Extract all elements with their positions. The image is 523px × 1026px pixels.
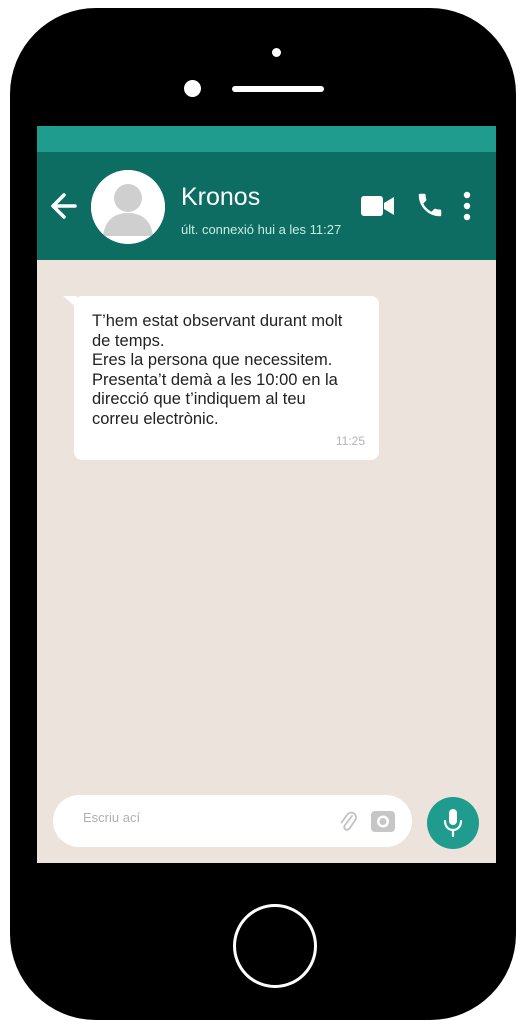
phone-icon[interactable]: [415, 190, 445, 220]
front-camera: [184, 80, 201, 97]
chat-header: Kronos últ. connexió hui a les 11:27: [37, 152, 496, 260]
contact-name[interactable]: Kronos: [181, 182, 260, 212]
message-input[interactable]: [83, 810, 313, 825]
microphone-icon: [443, 809, 463, 838]
camera-icon[interactable]: [370, 808, 396, 834]
default-avatar-icon: [91, 170, 165, 244]
message-timestamp: 11:25: [335, 434, 365, 448]
message-composer: [53, 795, 412, 847]
mic-button[interactable]: [427, 797, 479, 849]
earpiece-speaker: [232, 86, 324, 92]
video-camera-icon[interactable]: [361, 194, 395, 218]
chat-screen: Kronos últ. connexió hui a les 11:27 T’h…: [37, 126, 496, 863]
back-arrow-icon[interactable]: [49, 188, 79, 224]
status-bar: [37, 126, 496, 152]
proximity-sensor: [272, 48, 281, 57]
paperclip-icon[interactable]: [339, 809, 357, 833]
incoming-message-bubble[interactable]: T’hem estat observant durant molt de tem…: [74, 296, 379, 460]
contact-avatar[interactable]: [91, 170, 165, 244]
message-text: T’hem estat observant durant molt de tem…: [92, 312, 343, 428]
more-vertical-icon[interactable]: [461, 190, 473, 222]
home-button[interactable]: [233, 904, 317, 988]
last-seen-status: últ. connexió hui a les 11:27: [181, 222, 342, 237]
